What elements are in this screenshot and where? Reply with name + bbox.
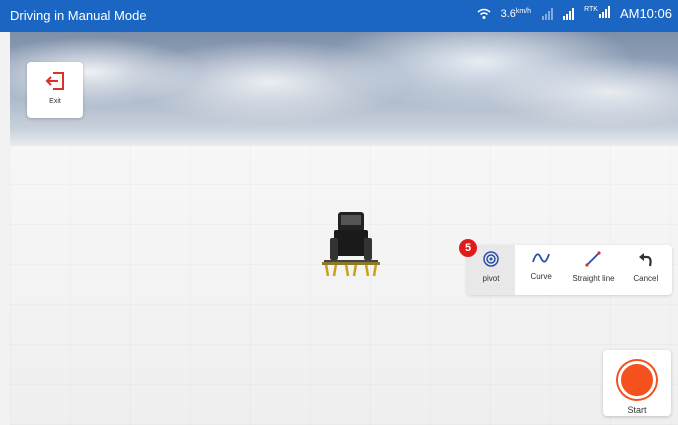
straight-line-label: Straight line <box>572 274 615 283</box>
exit-button[interactable]: Exit <box>27 62 83 118</box>
signal-strength-icon <box>563 7 575 20</box>
sky-background <box>10 32 678 146</box>
tractor-model <box>322 212 380 277</box>
record-icon <box>618 361 656 399</box>
wifi-icon <box>477 8 491 19</box>
curve-label: Curve <box>530 272 552 281</box>
speed-readout: 3.6km/h <box>501 8 532 20</box>
page-title: Driving in Manual Mode <box>10 8 147 23</box>
start-button[interactable]: Start <box>603 350 671 416</box>
step-badge: 5 <box>459 239 477 257</box>
curve-button[interactable]: Curve <box>515 245 567 295</box>
signal-icon <box>542 7 554 20</box>
speed-unit: km/h <box>515 7 532 15</box>
speed-value: 3.6 <box>500 7 516 20</box>
undo-icon <box>638 253 652 267</box>
cancel-button[interactable]: Cancel <box>620 245 672 295</box>
start-label: Start <box>627 405 647 415</box>
rtk-indicator: RTK <box>584 6 610 21</box>
clock: AM10:06 <box>619 6 672 21</box>
straight-line-button[interactable]: Straight line <box>567 245 619 295</box>
status-indicators: 3.6km/h RTK AM10:06 <box>477 6 672 21</box>
rtk-label: RTK <box>584 6 598 13</box>
pivot-label: pivot <box>482 274 500 283</box>
exit-icon <box>45 72 64 90</box>
straight-line-icon <box>585 251 602 267</box>
rtk-signal-icon <box>598 6 610 18</box>
status-bar: Driving in Manual Mode 3.6km/h RTK AM10:… <box>0 0 678 32</box>
drawing-toolbar: pivot Curve Straight line Cancel <box>467 245 672 295</box>
cancel-label: Cancel <box>633 274 659 283</box>
pivot-icon <box>483 251 499 267</box>
curve-icon <box>532 253 551 263</box>
exit-label: Exit <box>49 98 61 105</box>
